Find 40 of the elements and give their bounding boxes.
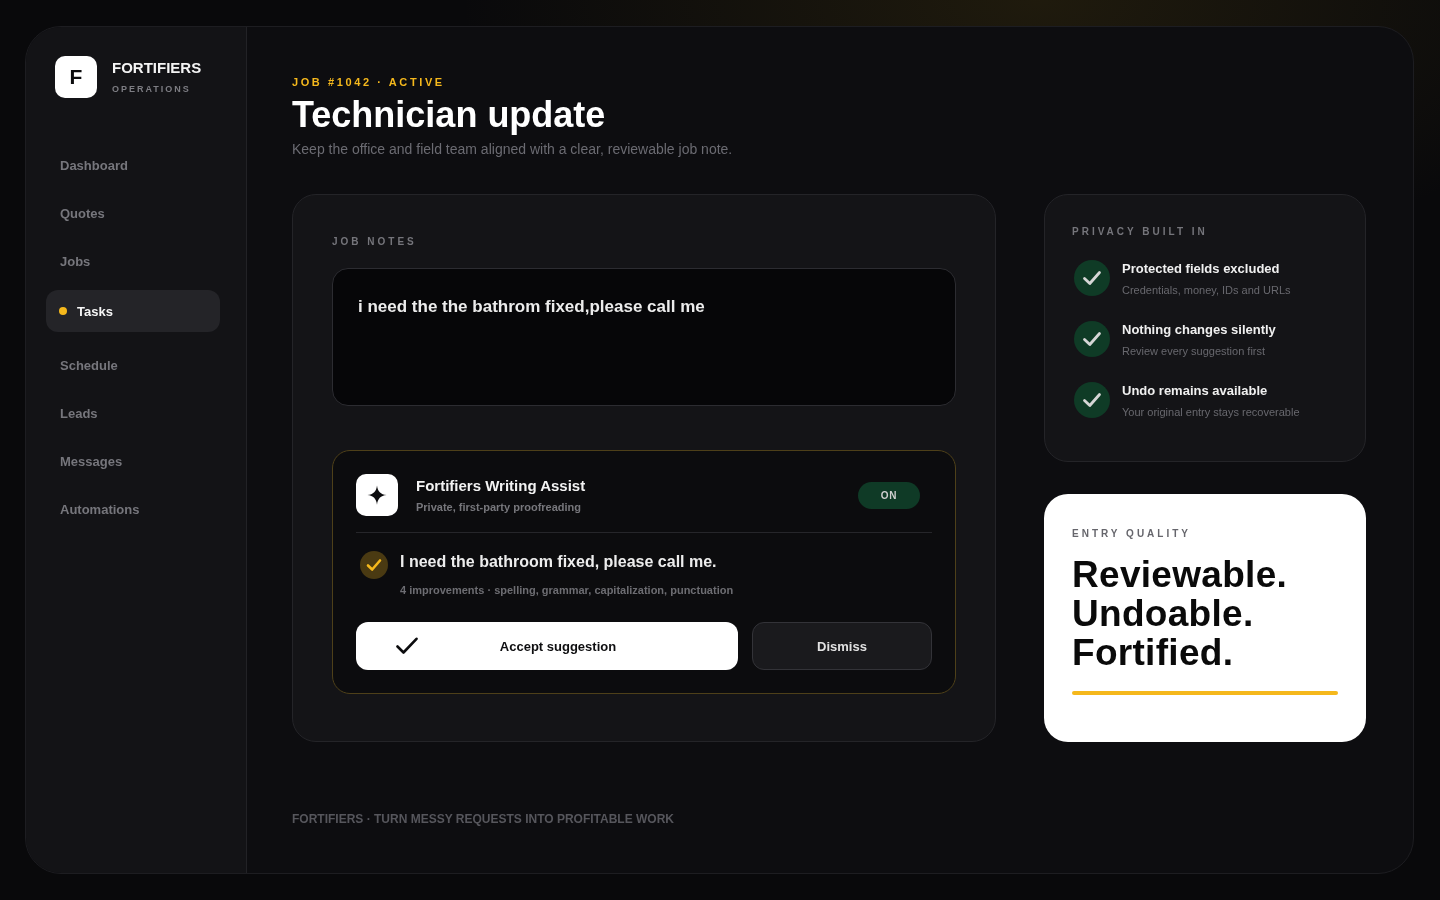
nav-item[interactable]: Schedule xyxy=(46,344,220,386)
accept-button[interactable]: Accept suggestion xyxy=(356,622,738,670)
privacy-item-title: Nothing changes silently xyxy=(1122,322,1276,338)
privacy-item-description: Your original entry stays recoverable xyxy=(1122,405,1300,419)
nav-item[interactable]: Leads xyxy=(46,392,220,434)
quality-headline: Reviewable. Undoable. Fortified. xyxy=(1072,555,1289,672)
dismiss-button[interactable]: Dismiss xyxy=(752,622,932,670)
suggestion-meta: 4 improvements · spelling, grammar, capitalization, punctuation xyxy=(400,583,734,597)
page-title: Technician update xyxy=(292,96,607,134)
eyebrow-label: JOB #1042 · ACTIVE xyxy=(292,75,446,89)
suggestion-text: I need the bathroom fixed, please call me. xyxy=(400,552,718,572)
nav-item[interactable]: Automations xyxy=(46,488,220,530)
check-icon xyxy=(396,637,418,655)
section-label: ENTRY QUALITY xyxy=(1072,528,1192,540)
assist-toggle[interactable]: ON xyxy=(858,481,920,509)
footer-text: FORTIFIERS · TURN MESSY REQUESTS INTO PROFITABLE WORK xyxy=(292,812,675,826)
privacy-item-description: Review every suggestion first xyxy=(1122,344,1267,358)
nav-item[interactable]: Messages xyxy=(46,440,220,482)
page-subtitle: Keep the office and field team aligned with a clear, reviewable job note. xyxy=(292,140,734,158)
check-icon xyxy=(1074,260,1110,296)
assist-title: Fortifiers Writing Assist xyxy=(416,476,587,495)
privacy-item-title: Undo remains available xyxy=(1122,383,1269,399)
privacy-item-description: Credentials, money, IDs and URLs xyxy=(1122,283,1291,297)
brand-subtitle: OPERATIONS xyxy=(112,83,192,95)
brand-name: FORTIFIERS xyxy=(112,59,202,77)
nav-item[interactable]: Dashboard xyxy=(46,144,220,186)
logo-mark: F xyxy=(55,56,97,98)
dot-icon xyxy=(59,307,67,315)
check-icon xyxy=(1074,321,1110,357)
assist-subtitle: Private, first-party proofreading xyxy=(416,499,583,514)
nav-item[interactable]: Quotes xyxy=(46,192,220,234)
check-icon xyxy=(1074,382,1110,418)
nav-item[interactable]: Tasks xyxy=(46,290,220,332)
privacy-item-title: Protected fields excluded xyxy=(1122,261,1281,277)
sparkle-icon xyxy=(356,474,398,516)
section-label: PRIVACY BUILT IN xyxy=(1072,226,1209,238)
section-label: JOB NOTES xyxy=(332,236,418,248)
notes-field[interactable]: i need the the bathrom fixed,please call me xyxy=(332,268,956,406)
check-icon xyxy=(360,551,388,579)
nav-item[interactable]: Jobs xyxy=(46,240,220,282)
